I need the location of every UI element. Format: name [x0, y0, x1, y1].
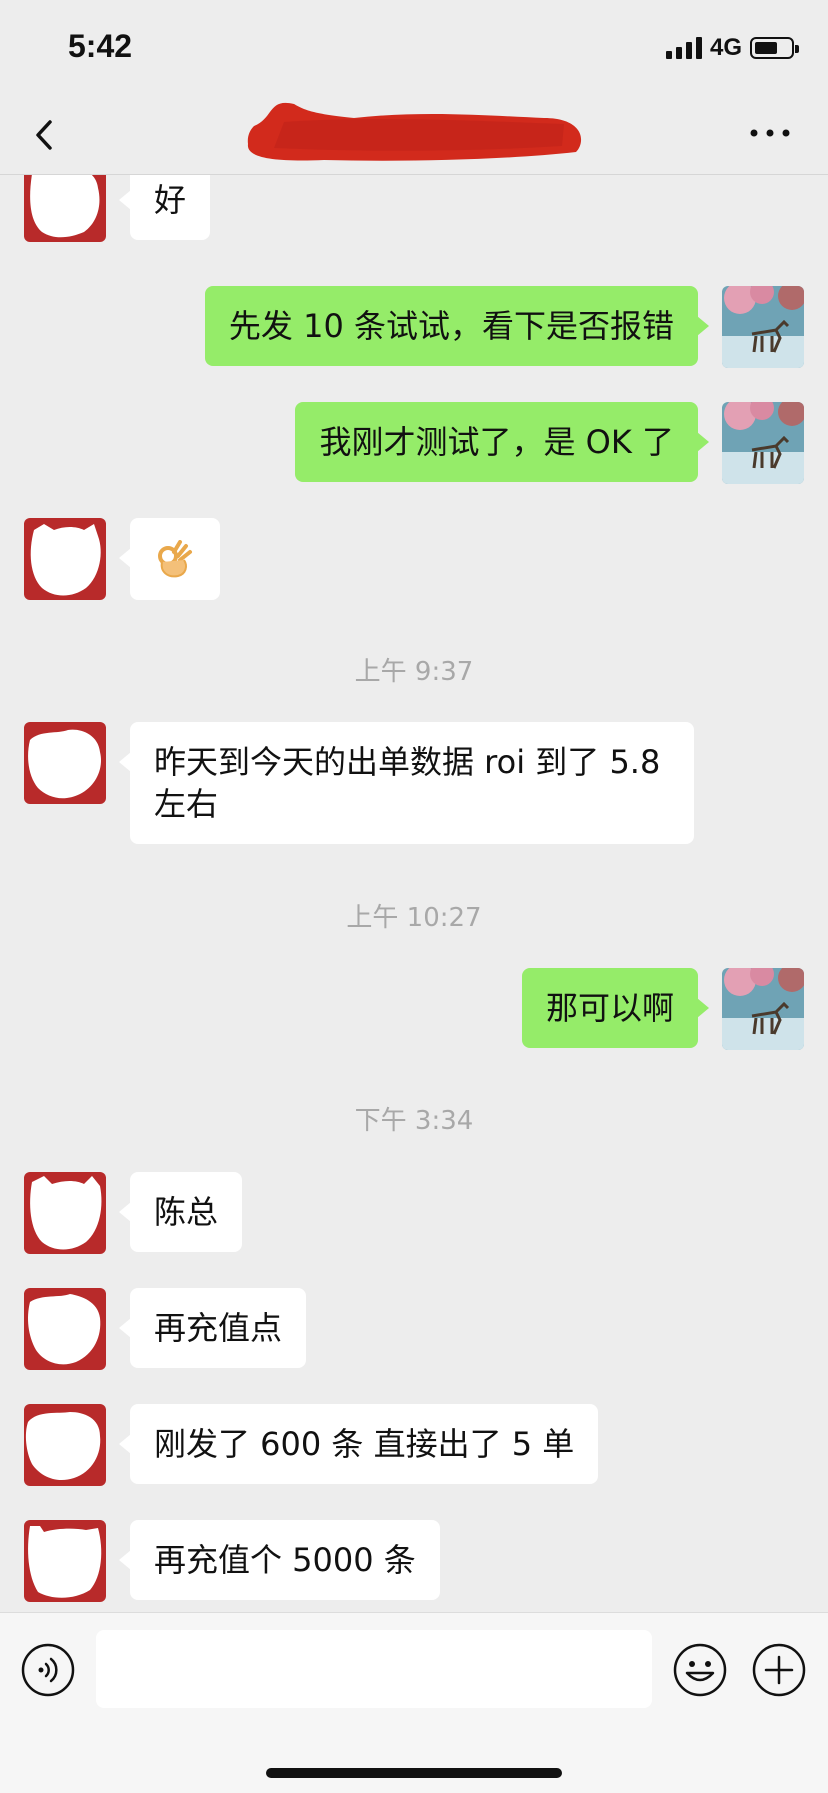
status-bar: 5:42 4G: [0, 0, 828, 100]
my-avatar[interactable]: [722, 402, 804, 484]
timestamp-separator: 上午 9:37: [354, 657, 474, 687]
contact-avatar[interactable]: [24, 1520, 106, 1602]
message-text: 再充值个 5000 条: [154, 1541, 416, 1579]
my-avatar[interactable]: [722, 286, 804, 368]
chat-title-redacted: [244, 96, 588, 170]
contact-avatar[interactable]: [24, 1404, 106, 1486]
received-message-bubble[interactable]: 陈总: [118, 1172, 243, 1252]
message-text: 我刚才测试了，是 OK 了: [319, 423, 674, 461]
timestamp-separator: 上午 10:27: [346, 903, 482, 933]
home-indicator: [266, 1768, 562, 1778]
chevron-left-icon[interactable]: [26, 110, 66, 160]
input-bar: [0, 1612, 828, 1793]
status-indicators: 4G: [665, 34, 799, 62]
message-text: 陈总: [154, 1193, 219, 1231]
received-message-bubble[interactable]: 再充值点: [118, 1288, 307, 1368]
received-message-bubble[interactable]: 刚发了 600 条 直接出了 5 单: [118, 1404, 599, 1484]
received-message-bubble[interactable]: [119, 518, 220, 600]
my-avatar[interactable]: [722, 968, 804, 1050]
chat-header: [0, 100, 828, 175]
message-text: 先发 10 条试试，看下是否报错: [228, 307, 674, 345]
received-message-bubble[interactable]: 好: [118, 175, 211, 240]
sent-message-bubble[interactable]: 那可以啊: [521, 968, 710, 1048]
sent-message-bubble[interactable]: 先发 10 条试试，看下是否报错: [204, 286, 710, 366]
sent-message-bubble[interactable]: 我刚才测试了，是 OK 了: [295, 402, 709, 482]
contact-avatar[interactable]: [24, 175, 106, 242]
battery-icon: [750, 37, 799, 59]
voice-icon[interactable]: [21, 1643, 75, 1697]
contact-avatar[interactable]: [24, 1172, 106, 1254]
emoji-face-icon[interactable]: [673, 1643, 727, 1697]
message-text: 好: [154, 181, 187, 219]
ok-hand-icon: [154, 540, 194, 590]
network-type: 4G: [709, 34, 742, 61]
message-text: 昨天到今天的出单数据 roi 到了 5.8 左右: [154, 743, 661, 823]
contact-avatar[interactable]: [24, 722, 106, 804]
signal-icon: [665, 37, 702, 59]
timestamp-separator: 下午 3:34: [354, 1106, 474, 1136]
message-text: 那可以啊: [545, 989, 674, 1027]
battery-level: [755, 42, 777, 54]
more-dots-icon[interactable]: [746, 118, 794, 148]
contact-avatar[interactable]: [24, 518, 106, 600]
message-text: 刚发了 600 条 直接出了 5 单: [154, 1425, 575, 1463]
plus-circle-icon[interactable]: [752, 1643, 806, 1697]
status-time: 5:42: [68, 28, 133, 64]
message-list[interactable]: 好 先发 10 条试试，看下是否报错 我刚才测试了，是 OK 了 上午 9:37…: [0, 175, 828, 1611]
received-message-bubble[interactable]: 昨天到今天的出单数据 roi 到了 5.8 左右: [119, 722, 694, 844]
message-text: 再充值点: [154, 1309, 283, 1347]
received-message-bubble[interactable]: 再充值个 5000 条: [119, 1520, 440, 1600]
message-input[interactable]: [96, 1630, 652, 1708]
contact-avatar[interactable]: [24, 1288, 106, 1370]
